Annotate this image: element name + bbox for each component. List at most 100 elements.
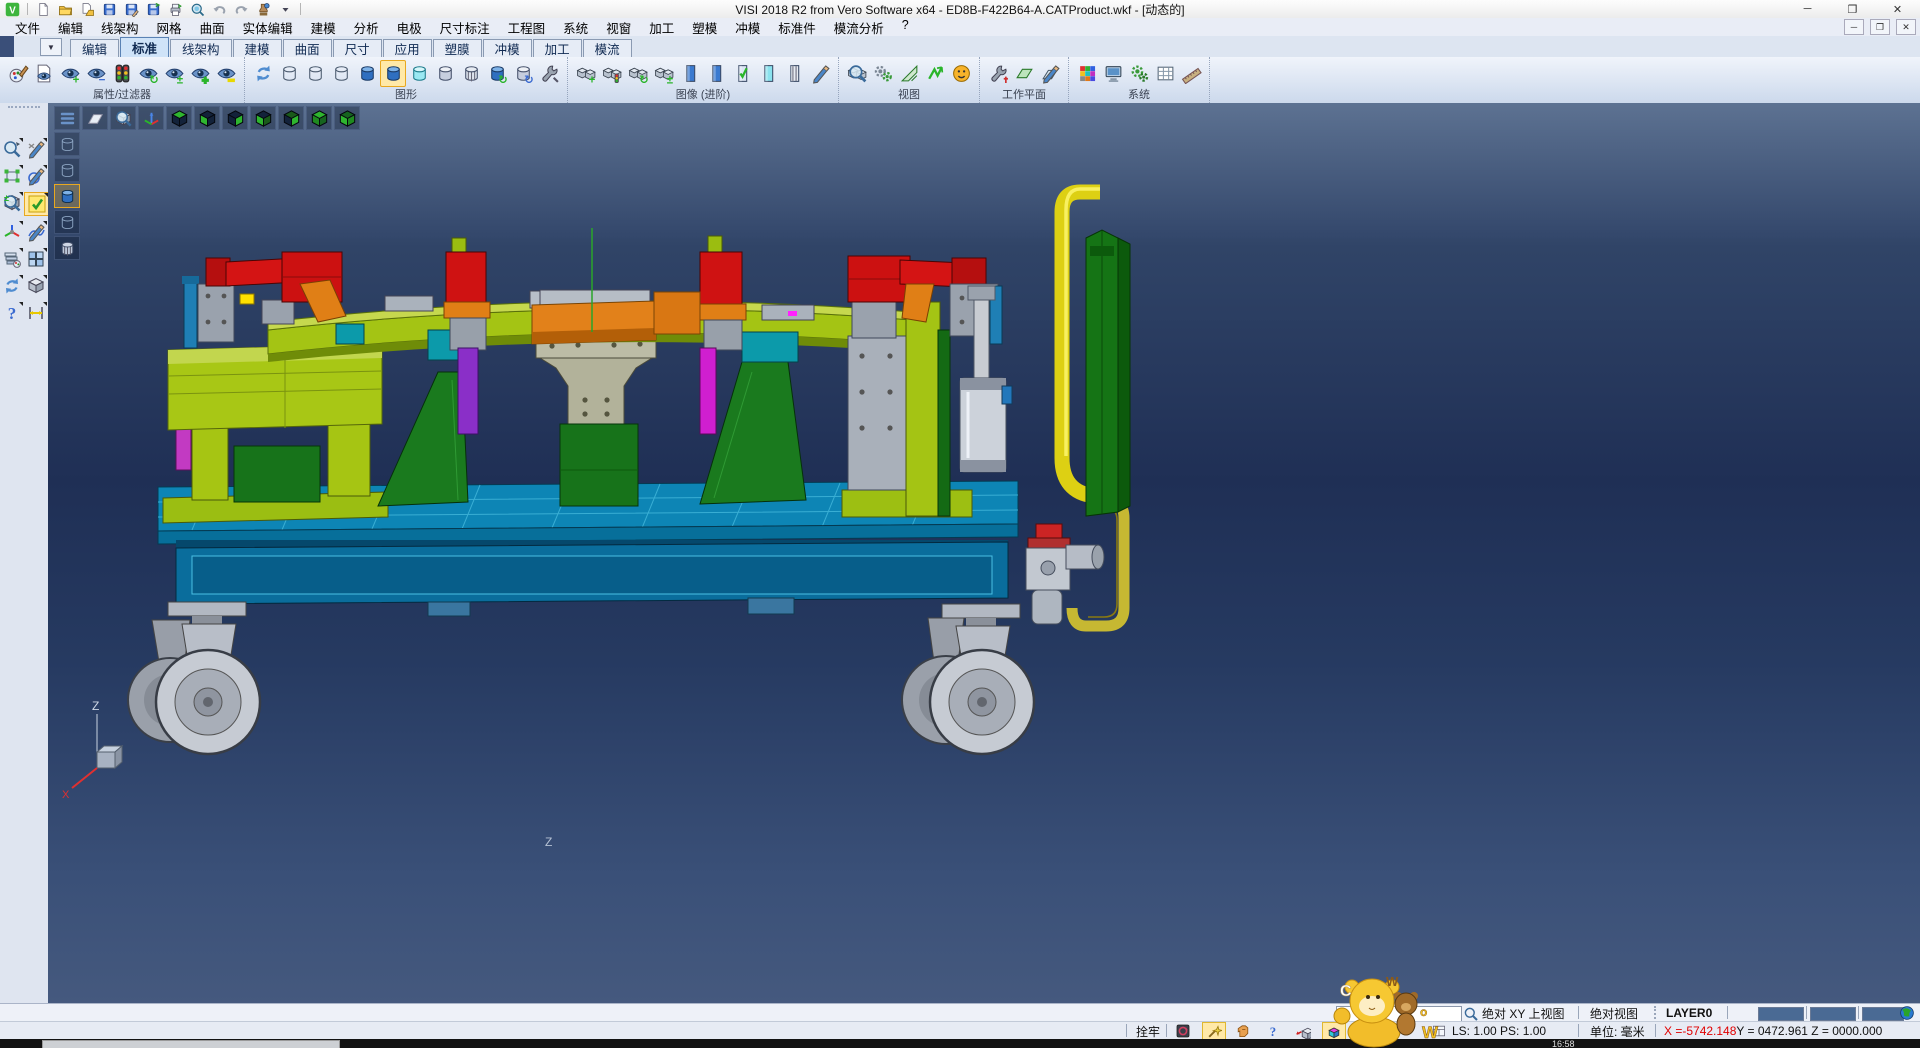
disk-saveas-icon[interactable]	[121, 1, 141, 17]
tab-加工[interactable]: 加工	[533, 39, 582, 57]
layer-indicator[interactable]: LAYER0	[1666, 1005, 1712, 1021]
preview-magnifier-icon[interactable]	[187, 1, 207, 17]
axis-orient-icon[interactable]	[0, 221, 23, 243]
seal-stamp-icon[interactable]	[253, 1, 273, 17]
view-cube-top-icon[interactable]	[166, 106, 192, 130]
render-hatch-icon[interactable]	[54, 236, 80, 260]
close-button[interactable]: ✕	[1875, 0, 1920, 18]
tab-应用[interactable]: 应用	[383, 39, 432, 57]
menu-塑模[interactable]: 塑模	[683, 17, 726, 38]
cyl-gray-icon[interactable]	[432, 60, 458, 87]
menu-编辑[interactable]: 编辑	[49, 17, 92, 38]
status-lock-icon[interactable]	[1172, 1022, 1194, 1039]
cubes-plusminus-icon[interactable]: ±	[651, 60, 677, 87]
board-blue2-icon[interactable]	[703, 60, 729, 87]
tab-list-dropdown[interactable]: ▼	[40, 38, 62, 56]
menu-冲模[interactable]: 冲模	[726, 17, 769, 38]
status-snap-icon[interactable]	[1292, 1022, 1314, 1039]
view-axis-icon[interactable]	[138, 106, 164, 130]
board-hatch-icon[interactable]	[781, 60, 807, 87]
view-zoom-icon[interactable]	[110, 106, 136, 130]
cube-shade-icon[interactable]	[24, 275, 47, 297]
folder-open-icon[interactable]	[55, 1, 75, 17]
view-cube-right-icon[interactable]	[222, 106, 248, 130]
mdi-close-button[interactable]: ✕	[1896, 19, 1916, 35]
filter-brush-icon[interactable]	[5, 60, 31, 87]
cyl-wire3-icon[interactable]	[328, 60, 354, 87]
cyl-refresh-green-icon[interactable]: ↻	[484, 60, 510, 87]
arrow-green-check-icon[interactable]	[922, 60, 948, 87]
tab-尺寸[interactable]: 尺寸	[333, 39, 382, 57]
gears-green-icon[interactable]	[1126, 60, 1152, 87]
board-cyan-icon[interactable]	[755, 60, 781, 87]
measure-distance-icon[interactable]	[24, 302, 47, 324]
color-mosaic-icon[interactable]	[1074, 60, 1100, 87]
menu-电极[interactable]: 电极	[388, 17, 431, 38]
view-mode-indicator[interactable]: 绝对 XY 上视图	[1482, 1005, 1564, 1021]
units-indicator[interactable]: 单位: 毫米	[1590, 1023, 1645, 1039]
filter-page-icon[interactable]	[31, 60, 57, 87]
smiley-orange-icon[interactable]	[948, 60, 974, 87]
render-wire-icon[interactable]	[54, 132, 80, 156]
cyl-blue-active-icon[interactable]	[380, 60, 406, 87]
menu-系统[interactable]: 系统	[554, 17, 597, 38]
view-plane-icon[interactable]	[82, 106, 108, 130]
color-swatch-2[interactable]	[1810, 1007, 1856, 1021]
zoom-cube-icon[interactable]: ±	[0, 192, 23, 214]
view-cubes-magnify-icon[interactable]	[844, 60, 870, 87]
tab-编辑[interactable]: 编辑	[70, 39, 119, 57]
cyl-blue-icon[interactable]	[354, 60, 380, 87]
globe-icon[interactable]	[1896, 1004, 1918, 1021]
ruler-diagonal-icon[interactable]	[1178, 60, 1204, 87]
menu-模流分析[interactable]: 模流分析	[825, 17, 893, 38]
draft-triangle-icon[interactable]	[896, 60, 922, 87]
eye-show-icon[interactable]	[187, 60, 213, 87]
render-shaded-active-icon[interactable]	[54, 184, 80, 208]
menu-网格[interactable]: 网格	[148, 17, 191, 38]
pen-blue-icon[interactable]	[807, 60, 833, 87]
menu-文件[interactable]: 文件	[6, 17, 49, 38]
grid-table-icon[interactable]	[1152, 60, 1178, 87]
3d-viewport[interactable]: Z X Z	[48, 103, 1920, 1003]
cyl-cyan-icon[interactable]	[406, 60, 432, 87]
cubes-traffic-icon[interactable]	[599, 60, 625, 87]
eye-lasso-minus-icon[interactable]: −	[83, 60, 109, 87]
mdi-restore-button[interactable]: ❐	[1870, 19, 1890, 35]
tab-标准[interactable]: 标准	[120, 37, 169, 57]
monitor-screen-icon[interactable]	[1100, 60, 1126, 87]
check-confirm-icon[interactable]	[24, 192, 49, 216]
tab-线架构[interactable]: 线架构	[170, 39, 232, 57]
taskbar-app-button[interactable]	[42, 1040, 340, 1048]
cyl-wire-icon[interactable]	[276, 60, 302, 87]
viewport-menu-icon[interactable]	[54, 106, 80, 130]
cubes-add-icon[interactable]: +	[573, 60, 599, 87]
page-new-icon[interactable]	[33, 1, 53, 17]
magnifier-select-icon[interactable]	[0, 138, 23, 160]
menu-工程图[interactable]: 工程图	[499, 17, 555, 38]
cyl-wire2-icon[interactable]	[302, 60, 328, 87]
redo-arrow-icon[interactable]	[231, 1, 251, 17]
menu-线架构[interactable]: 线架构	[92, 17, 148, 38]
absolute-view-indicator[interactable]: 绝对视图	[1590, 1005, 1638, 1021]
layers-palette-icon[interactable]	[0, 248, 23, 270]
search-icon[interactable]	[1460, 1005, 1482, 1022]
lock-mode-label[interactable]: 拴牢	[1136, 1023, 1160, 1039]
menu-视窗[interactable]: 视窗	[597, 17, 640, 38]
help-question-icon[interactable]: ?	[0, 302, 23, 324]
undo-arrow-icon[interactable]	[209, 1, 229, 17]
render-wire3-icon[interactable]	[54, 210, 80, 234]
fit-corners-icon[interactable]	[0, 165, 23, 187]
minimize-button[interactable]: ─	[1785, 0, 1830, 18]
view-cube-front-icon[interactable]	[194, 106, 220, 130]
menu-建模[interactable]: 建模	[302, 17, 345, 38]
menu-分析[interactable]: 分析	[345, 17, 388, 38]
menu-加工[interactable]: 加工	[640, 17, 683, 38]
tab-建模[interactable]: 建模	[233, 39, 282, 57]
plane-green-icon[interactable]	[1011, 60, 1037, 87]
eye-hide-icon[interactable]	[213, 60, 239, 87]
board-check-icon[interactable]	[729, 60, 755, 87]
gears-pair-icon[interactable]	[870, 60, 896, 87]
maximize-button[interactable]: ❐	[1830, 0, 1875, 18]
tab-模流[interactable]: 模流	[583, 39, 632, 57]
pencil-lasso-icon[interactable]	[24, 165, 47, 187]
